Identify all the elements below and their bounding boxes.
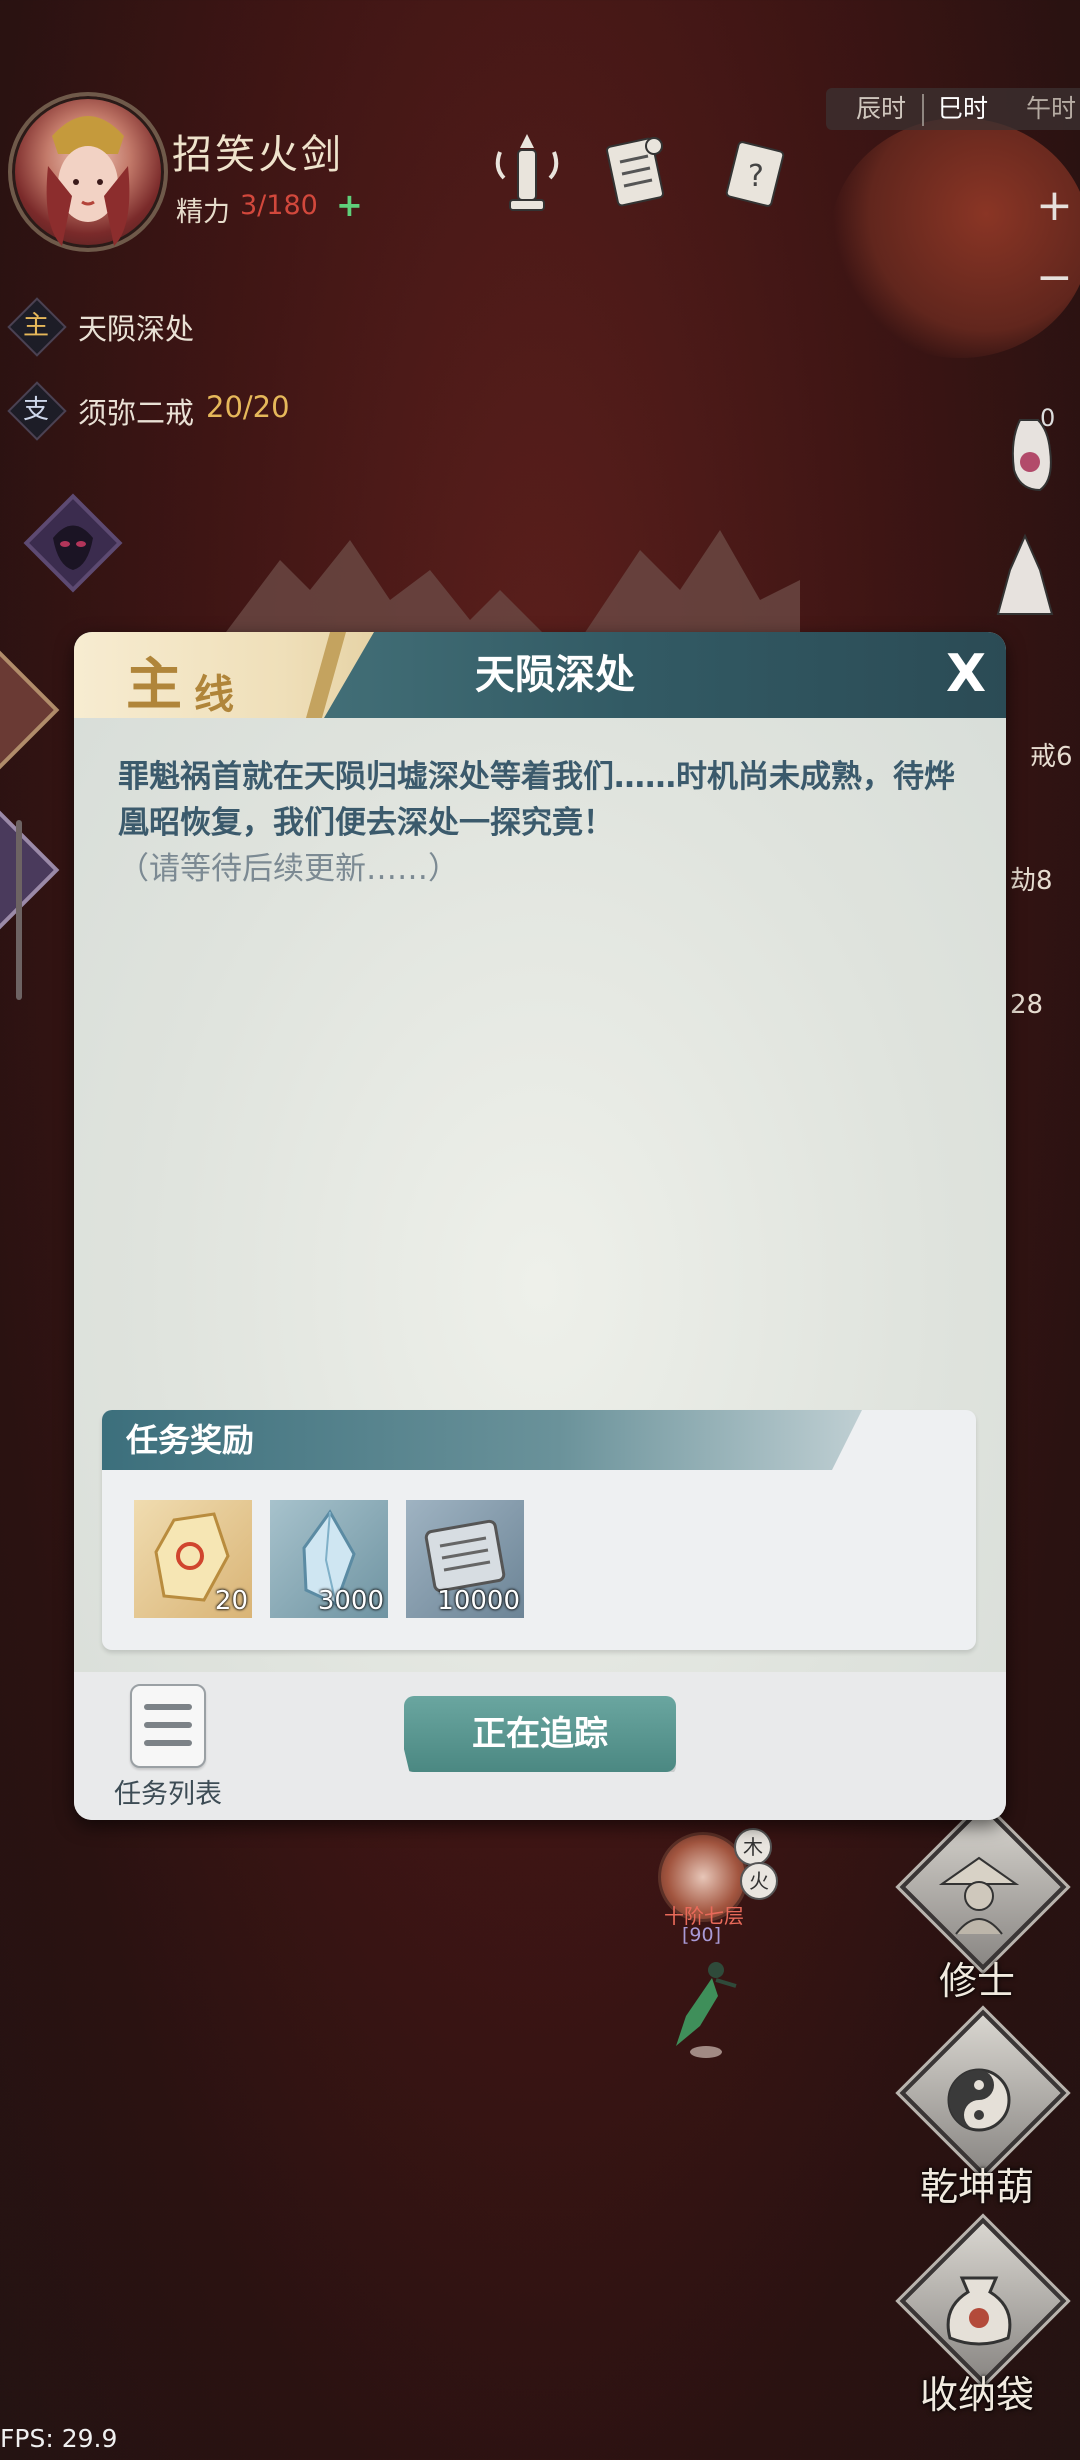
reward-amount: 3000 [317, 1586, 384, 1616]
fire-element-badge: 火 [740, 1862, 778, 1900]
quest-list-label[interactable]: 任务列表 [114, 1772, 222, 1811]
dialog-footer: 任务列表 正在追踪 [74, 1672, 1006, 1820]
reward-item-blue-crystal[interactable]: 3000 [270, 1500, 388, 1618]
quest-detail-dialog: 主 线 天陨深处 X 罪魁祸首就在天陨归墟深处等着我们……时机尚未成熟，待烨凰昭… [74, 632, 1006, 1820]
player-character [676, 1962, 737, 2058]
time-slot-chen: 辰时 [856, 94, 907, 123]
side-quest-name[interactable]: 须弥二戒 [78, 390, 194, 432]
fps-counter: FPS: 29.9 [0, 2424, 118, 2453]
zoom-in-button[interactable]: + [1036, 180, 1073, 231]
main-quest-tag-label: 主 [22, 311, 49, 341]
cultivator-button[interactable]: 修士 [892, 1803, 1067, 2018]
left-scrollbar[interactable] [16, 820, 22, 1000]
side-emblem-icon-2[interactable] [0, 800, 70, 940]
reward-amount: 10000 [437, 1586, 520, 1616]
stamina-label: 精力 [176, 197, 230, 228]
wood-element-badge: 木 [734, 1828, 772, 1866]
side-quest-tag: 支 [7, 381, 67, 441]
side-quest-tag-label: 支 [22, 395, 49, 425]
quest-scroll-icon[interactable]: ? [718, 128, 792, 218]
bag-icon [946, 2276, 1012, 2346]
time-of-day-bar: 辰时 巳时 午时 [826, 88, 1080, 130]
player-name: 招笑火剑 [172, 132, 344, 178]
reward-panel: 任务奖励 20 3000 10000 [102, 1410, 976, 1650]
zoom-out-button[interactable]: − [1036, 252, 1073, 303]
potion-count: 0 [1040, 404, 1056, 432]
moon-decoration [830, 118, 1080, 358]
cultivator-icon [938, 1856, 1020, 1935]
main-quest-name[interactable]: 天陨深处 [78, 306, 194, 348]
pillar-icon[interactable] [490, 128, 564, 218]
tower-icon[interactable] [980, 530, 1070, 620]
side-quest-progress: 20/20 [206, 390, 290, 424]
right-event-1[interactable]: 戒6 [1030, 736, 1073, 773]
storage-bag-button[interactable]: 收纳袋 [892, 2217, 1067, 2432]
quest-list-icon[interactable] [130, 1684, 206, 1768]
reward-amount: 20 [214, 1586, 248, 1616]
stamina-value: 3/180 [240, 190, 318, 221]
scroll-icon[interactable] [598, 128, 672, 218]
storage-bag-label: 收纳袋 [919, 2373, 1034, 2417]
main-quest-tag: 主 [7, 297, 67, 357]
player-avatar[interactable] [8, 92, 168, 252]
time-slot-si-current: 巳时 [938, 94, 989, 123]
cultivator-label: 修士 [938, 1959, 1015, 2003]
reward-title: 任务奖励 [126, 1421, 255, 1459]
tracking-button[interactable]: 正在追踪 [404, 1696, 676, 1772]
add-stamina-button[interactable]: + [336, 186, 363, 224]
demon-mask-icon[interactable] [18, 488, 128, 598]
yin-yang-gourd-icon [947, 2068, 1011, 2132]
right-event-3[interactable]: 28 [1010, 990, 1043, 1020]
gourd-label: 乾坤葫 [919, 2165, 1034, 2209]
time-slot-wu: 午时 [1026, 94, 1077, 123]
potion-icon[interactable] [990, 400, 1070, 510]
svg-text:?: ? [748, 159, 764, 194]
right-event-2[interactable]: 劫8 [1010, 860, 1053, 897]
quest-note: （请等待后续更新……） [118, 851, 459, 887]
time-divider [922, 94, 924, 126]
reward-item-scroll[interactable]: 10000 [406, 1500, 524, 1618]
quest-description: 罪魁祸首就在天陨归墟深处等着我们……时机尚未成熟，待烨凰昭恢复，我们便去深处一探… [118, 759, 955, 841]
dialog-title: 天陨深处 [475, 652, 635, 698]
mountain-decoration [220, 530, 800, 640]
side-emblem-icon[interactable] [0, 650, 70, 770]
marker-level: [90] [682, 1924, 722, 1946]
close-icon[interactable]: X [936, 644, 996, 704]
gourd-button[interactable]: 乾坤葫 [892, 2009, 1067, 2224]
reward-item-gold-crystal[interactable]: 20 [134, 1500, 252, 1618]
